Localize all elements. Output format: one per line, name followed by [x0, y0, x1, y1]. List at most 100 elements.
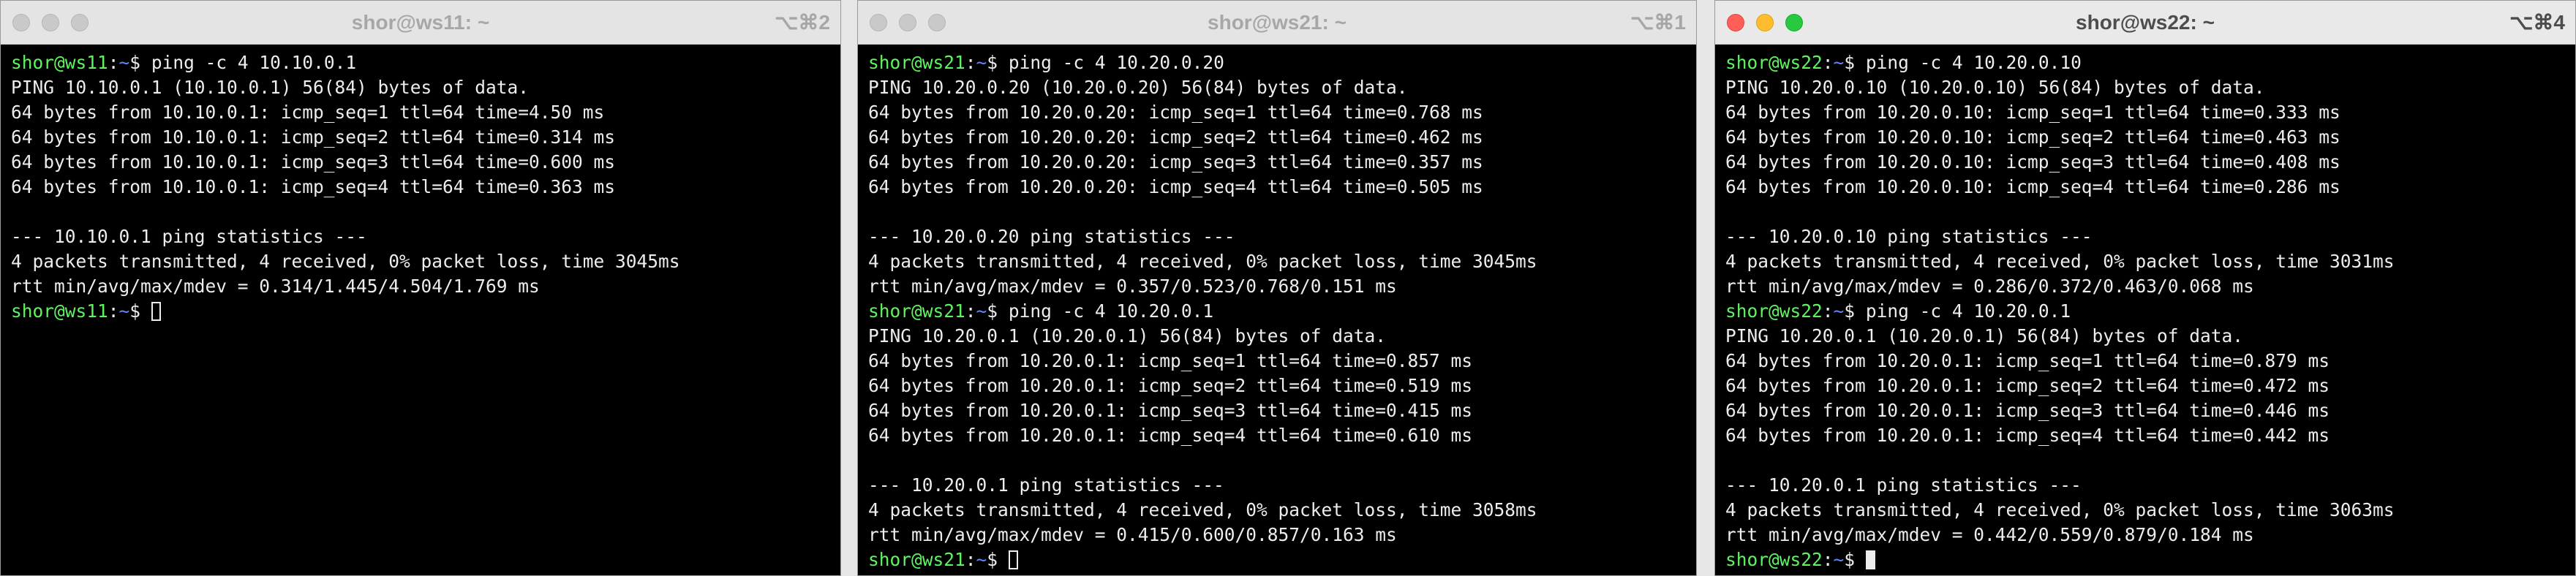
output-line: 4 packets transmitted, 4 received, 0% pa…	[1725, 251, 2395, 272]
output-line: --- 10.20.0.1 ping statistics ---	[868, 474, 1224, 496]
output-line: 64 bytes from 10.20.0.20: icmp_seq=4 ttl…	[868, 176, 1483, 197]
prompt-path: ~	[1833, 300, 1845, 322]
output-line: --- 10.20.0.10 ping statistics ---	[1725, 226, 2093, 247]
prompt-symbol: $	[987, 300, 998, 322]
output-line: --- 10.20.0.1 ping statistics ---	[1725, 474, 2082, 496]
terminal-output[interactable]: shor@ws21:~$ ping -c 4 10.20.0.20 PING 10…	[858, 45, 1696, 572]
output-line: PING 10.20.0.10 (10.20.0.10) 56(84) byte…	[1725, 77, 2265, 98]
prompt-user-host: shor@ws11	[11, 52, 108, 73]
command-text: ping -c 4 10.10.0.1	[140, 52, 357, 73]
command-text: ping -c 4 10.20.0.10	[1855, 52, 2082, 73]
text-cursor	[151, 302, 161, 321]
output-line: 64 bytes from 10.20.0.20: icmp_seq=1 ttl…	[868, 102, 1483, 123]
command-line: shor@ws22:~$ ping -c 4 10.20.0.1	[1725, 300, 2071, 322]
command-text: ping -c 4 10.20.0.1	[1855, 300, 2071, 322]
prompt-path: ~	[118, 52, 130, 73]
output-line: 4 packets transmitted, 4 received, 0% pa…	[868, 499, 1537, 520]
output-line: 4 packets transmitted, 4 received, 0% pa…	[11, 251, 680, 272]
prompt-path: ~	[1833, 549, 1845, 570]
output-line: 64 bytes from 10.10.0.1: icmp_seq=1 ttl=…	[11, 102, 605, 123]
output-line: rtt min/avg/max/mdev = 0.286/0.372/0.463…	[1725, 276, 2254, 297]
terminal-window-ws22[interactable]: shor@ws22: ~ ⌥⌘4 shor@ws22:~$ ping -c 4 …	[1714, 0, 2576, 576]
window-shortcut: ⌥⌘2	[775, 11, 830, 34]
window-title: shor@ws11: ~	[351, 11, 490, 34]
prompt-symbol: $	[1844, 52, 1856, 73]
output-line: 64 bytes from 10.20.0.1: icmp_seq=4 ttl=…	[1725, 425, 2330, 446]
output-line: 64 bytes from 10.20.0.1: icmp_seq=2 ttl=…	[1725, 375, 2330, 396]
output-line: 64 bytes from 10.20.0.10: icmp_seq=3 ttl…	[1725, 151, 2340, 173]
output-line: 64 bytes from 10.10.0.1: icmp_seq=3 ttl=…	[11, 151, 616, 173]
prompt-user-host: shor@ws11	[11, 300, 108, 322]
output-line: 64 bytes from 10.10.0.1: icmp_seq=2 ttl=…	[11, 126, 616, 148]
prompt-line: shor@ws11:~$	[11, 299, 840, 324]
text-cursor	[1865, 550, 1875, 569]
prompt-symbol: $	[1844, 300, 1856, 322]
terminal-output[interactable]: shor@ws22:~$ ping -c 4 10.20.0.10 PING 10…	[1715, 45, 2575, 572]
command-text: ping -c 4 10.20.0.1	[998, 300, 1214, 322]
output-line: 64 bytes from 10.20.0.10: icmp_seq=2 ttl…	[1725, 126, 2340, 148]
prompt-symbol: $	[129, 52, 141, 73]
prompt-user-host: shor@ws21	[868, 549, 965, 570]
output-line: rtt min/avg/max/mdev = 0.415/0.600/0.857…	[868, 524, 1397, 545]
terminal-output[interactable]: shor@ws11:~$ ping -c 4 10.10.0.1 PING 10.…	[1, 45, 840, 324]
output-line: 64 bytes from 10.20.0.20: icmp_seq=3 ttl…	[868, 151, 1483, 173]
output-line: 4 packets transmitted, 4 received, 0% pa…	[868, 251, 1537, 272]
prompt-symbol: $	[1844, 549, 1856, 570]
prompt-user-host: shor@ws21	[868, 300, 965, 322]
output-line: 64 bytes from 10.10.0.1: icmp_seq=4 ttl=…	[11, 176, 616, 197]
prompt-path: ~	[976, 549, 987, 570]
output-line: 64 bytes from 10.20.0.1: icmp_seq=3 ttl=…	[868, 400, 1473, 421]
output-line: 64 bytes from 10.20.0.1: icmp_seq=1 ttl=…	[1725, 350, 2330, 371]
terminal-window-ws21[interactable]: shor@ws21: ~ ⌥⌘1 shor@ws21:~$ ping -c 4 …	[857, 0, 1697, 576]
title-bar[interactable]: shor@ws21: ~ ⌥⌘1	[858, 1, 1696, 45]
prompt-user-host: shor@ws22	[1725, 300, 1823, 322]
output-line: PING 10.20.0.1 (10.20.0.1) 56(84) bytes …	[868, 325, 1387, 346]
output-line: 4 packets transmitted, 4 received, 0% pa…	[1725, 499, 2395, 520]
title-bar[interactable]: shor@ws22: ~ ⌥⌘4	[1715, 1, 2575, 45]
output-line: 64 bytes from 10.20.0.1: icmp_seq=1 ttl=…	[868, 350, 1473, 371]
output-line: 64 bytes from 10.20.0.20: icmp_seq=2 ttl…	[868, 126, 1483, 148]
window-title: shor@ws21: ~	[1208, 11, 1347, 34]
window-shortcut: ⌥⌘4	[2509, 11, 2565, 34]
output-line: rtt min/avg/max/mdev = 0.357/0.523/0.768…	[868, 276, 1397, 297]
output-line: 64 bytes from 10.20.0.10: icmp_seq=4 ttl…	[1725, 176, 2340, 197]
prompt-symbol: $	[987, 52, 998, 73]
prompt-line: shor@ws21:~$	[868, 547, 1696, 572]
window-shortcut: ⌥⌘1	[1630, 11, 1686, 34]
output-line: PING 10.20.0.20 (10.20.0.20) 56(84) byte…	[868, 77, 1408, 98]
command-line: shor@ws21:~$ ping -c 4 10.20.0.1	[868, 300, 1214, 322]
prompt-symbol: $	[129, 300, 141, 322]
text-cursor	[1008, 550, 1018, 569]
title-bar[interactable]: shor@ws11: ~ ⌥⌘2	[1, 1, 840, 45]
command-text: ping -c 4 10.20.0.20	[998, 52, 1224, 73]
command-line: shor@ws22:~$ ping -c 4 10.20.0.10	[1725, 52, 2082, 73]
output-line: 64 bytes from 10.20.0.1: icmp_seq=4 ttl=…	[868, 425, 1473, 446]
prompt-line: shor@ws22:~$	[1725, 547, 2575, 572]
output-line: rtt min/avg/max/mdev = 0.442/0.559/0.879…	[1725, 524, 2254, 545]
output-line: 64 bytes from 10.20.0.10: icmp_seq=1 ttl…	[1725, 102, 2340, 123]
prompt-path: ~	[976, 300, 987, 322]
output-line: rtt min/avg/max/mdev = 0.314/1.445/4.504…	[11, 276, 540, 297]
output-line: PING 10.20.0.1 (10.20.0.1) 56(84) bytes …	[1725, 325, 2244, 346]
command-line: shor@ws21:~$ ping -c 4 10.20.0.20	[868, 52, 1224, 73]
window-title: shor@ws22: ~	[2076, 11, 2215, 34]
prompt-path: ~	[118, 300, 130, 322]
terminal-window-ws11[interactable]: shor@ws11: ~ ⌥⌘2 shor@ws11:~$ ping -c 4 …	[0, 0, 841, 576]
prompt-symbol: $	[987, 549, 998, 570]
output-line: PING 10.10.0.1 (10.10.0.1) 56(84) bytes …	[11, 77, 530, 98]
prompt-path: ~	[1833, 52, 1845, 73]
prompt-user-host: shor@ws22	[1725, 549, 1823, 570]
output-line: 64 bytes from 10.20.0.1: icmp_seq=2 ttl=…	[868, 375, 1473, 396]
prompt-path: ~	[976, 52, 987, 73]
prompt-user-host: shor@ws22	[1725, 52, 1823, 73]
output-line: --- 10.20.0.20 ping statistics ---	[868, 226, 1235, 247]
command-line: shor@ws11:~$ ping -c 4 10.10.0.1	[11, 52, 357, 73]
